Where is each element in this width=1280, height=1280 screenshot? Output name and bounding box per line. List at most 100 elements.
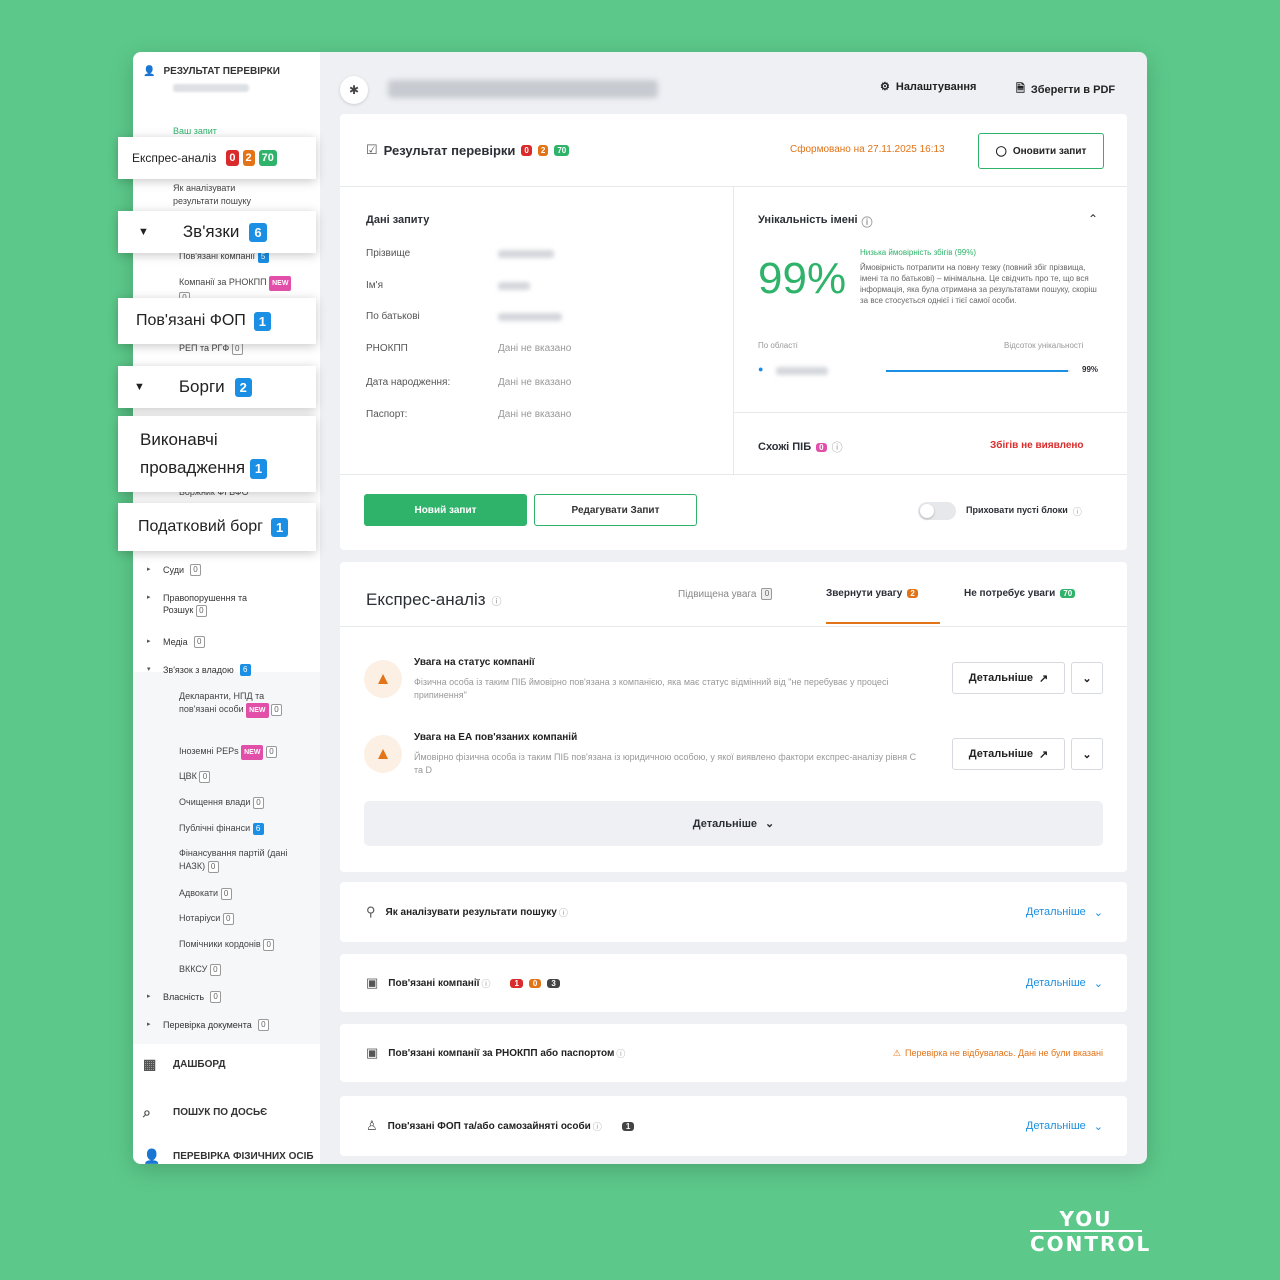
- dashboard-icon: ▦: [143, 1056, 157, 1072]
- new-badge: NEW: [246, 703, 269, 718]
- passport-value: Дані не вказано: [498, 409, 572, 420]
- avatar[interactable]: ✱: [340, 76, 368, 104]
- your-request-link[interactable]: Ваш запит: [173, 126, 217, 136]
- sidebar-item-cvk[interactable]: ЦВК 0: [179, 770, 299, 783]
- sidebar-item-vkksu[interactable]: ВККСУ 0: [179, 963, 299, 976]
- how-to-analyze-link[interactable]: Як аналізувати результати пошуку: [173, 182, 283, 208]
- nav-persons[interactable]: 👤 ПЕРЕВІРКА ФІЗИЧНИХ ОСІБ: [143, 1148, 314, 1164]
- save-pdf-button[interactable]: 🗎 Зберегти в PDF: [1016, 80, 1115, 99]
- nav-dashboard[interactable]: ▦ ДАШБОРД: [143, 1056, 226, 1072]
- section-related-companies-rnokpp[interactable]: ▣ Пов'язані компанії за РНОКПП або паспо…: [340, 1024, 1127, 1082]
- uniqueness-percent: 99%: [758, 254, 847, 303]
- info-icon[interactable]: ⓘ: [616, 1047, 625, 1060]
- sidebar-item-label-wrap: Правопорушення та Розшук 0: [163, 592, 273, 617]
- details-button[interactable]: Детальніше ↗: [952, 662, 1065, 694]
- express-item-desc: Фізична особа із таким ПІБ ймовірно пов'…: [414, 677, 889, 700]
- section-how-to-analyze[interactable]: ⚲ Як аналізувати результати пошуку ⓘ Дета…: [340, 882, 1127, 942]
- hide-empty-toggle[interactable]: [918, 502, 956, 520]
- chevron-right-icon: ▸: [147, 594, 151, 601]
- birth-value: Дані не вказано: [498, 377, 572, 388]
- section-related-fop[interactable]: ♙ Пов'язані ФОП та/або самозайняті особи…: [340, 1096, 1127, 1156]
- count-badge: 0: [189, 564, 201, 576]
- popup-fop[interactable]: Пов'язані ФОП 1: [118, 298, 316, 344]
- sidebar-item-media[interactable]: ▸ Медіа 0: [147, 636, 205, 648]
- expand-button[interactable]: ⌄: [1071, 738, 1103, 770]
- count-badge: 1: [253, 311, 272, 331]
- details-button[interactable]: Детальніше ↗: [952, 738, 1065, 770]
- info-icon[interactable]: ⓘ: [593, 1120, 602, 1133]
- info-icon[interactable]: ⓘ: [1073, 505, 1082, 518]
- count-badge: 0: [263, 939, 275, 951]
- logo-top: YOU: [1030, 1208, 1142, 1232]
- nav-dossier[interactable]: ⌕ ПОШУК ПО ДОСЬЄ: [143, 1104, 267, 1120]
- count-badge: 0: [193, 636, 205, 648]
- badge-green: 70: [554, 144, 570, 156]
- popup-express-analysis[interactable]: Експрес-аналіз 0 2 70: [118, 137, 316, 179]
- tab-no-attention[interactable]: Не потребує уваги 70: [964, 588, 1076, 599]
- popup-label: Пов'язані ФОП: [136, 312, 246, 329]
- count-badge: 0: [220, 888, 232, 900]
- express-item-title: Увага на ЕА пов'язаних компаній: [414, 732, 578, 743]
- expand-button[interactable]: ⌄: [1071, 662, 1103, 694]
- passport-label: Паспорт:: [366, 409, 408, 420]
- section-related-companies[interactable]: ▣ Пов'язані компанії ⓘ 1 0 3 Детальніше ⌄: [340, 954, 1127, 1012]
- refresh-request-button[interactable]: ◯ Оновити запит: [978, 133, 1104, 169]
- popup-tax-debt[interactable]: Податковий борг 1: [118, 503, 316, 551]
- info-icon[interactable]: ⓘ: [559, 906, 568, 919]
- sidebar-item-law[interactable]: ▸ Правопорушення та Розшук 0: [147, 592, 273, 617]
- sidebar-item-lawyers[interactable]: Адвокати 0: [179, 887, 299, 900]
- new-request-button[interactable]: Новий запит: [364, 494, 527, 526]
- tab-attention[interactable]: Звернути увагу 2: [826, 588, 918, 599]
- tab-high-attention[interactable]: Підвищена увага 0: [678, 588, 773, 600]
- sidebar-item-label: Очищення влади: [179, 797, 251, 807]
- popup-enforcement[interactable]: Виконавчі провадження 1: [118, 416, 316, 492]
- sidebar-item-border[interactable]: Помічники кордонів 0: [179, 938, 299, 951]
- sidebar-item-doc-check[interactable]: ▸ Перевірка документа 0: [147, 1019, 269, 1031]
- bullet-icon: ●: [758, 364, 764, 374]
- sidebar-header[interactable]: 👤 РЕЗУЛЬТАТ ПЕРЕВІРКИ: [143, 66, 280, 77]
- info-icon[interactable]: ⓘ: [481, 977, 490, 990]
- sidebar-item-lustration[interactable]: Очищення влади 0: [179, 796, 299, 809]
- section-details[interactable]: Детальніше ⌄: [1026, 906, 1103, 919]
- user-icon: ♙: [366, 1118, 378, 1133]
- uniqueness-pct-label: Відсоток унікальності: [1004, 341, 1084, 350]
- similar-names-label: Схожі ПІБ: [758, 441, 812, 453]
- chevron-right-icon: ▸: [147, 638, 151, 645]
- sidebar-item-courts[interactable]: ▸ Суди 0: [147, 564, 201, 576]
- section-details[interactable]: Детальніше ⌄: [1026, 977, 1103, 990]
- count-badge: 6: [239, 664, 251, 676]
- settings-button[interactable]: ⚙ Налаштування: [880, 80, 976, 94]
- count-badge: 1: [249, 459, 268, 479]
- sidebar-item-notaries[interactable]: Нотаріуси 0: [179, 912, 299, 925]
- sidebar-item-label: Іноземні PEPs: [179, 746, 239, 756]
- chevron-up-icon[interactable]: ⌃: [1088, 212, 1098, 226]
- chevron-down-icon: ⌄: [1082, 748, 1092, 761]
- sidebar-item-property[interactable]: ▸ Власність 0: [147, 991, 222, 1003]
- sidebar-item-power[interactable]: ▾ Зв'язок з владою 6: [147, 664, 251, 676]
- section-warning: ⚠ Перевірка не відбувалась. Дані не були …: [893, 1048, 1103, 1059]
- sidebar-item-public-finance[interactable]: Публічні фінанси 6: [179, 822, 299, 835]
- popup-links[interactable]: ▼ Зв'язки 6: [118, 211, 316, 253]
- sidebar-item-label: Нотаріуси: [179, 913, 221, 923]
- sidebar-item-party-finance[interactable]: Фінансування партій (дані НАЗК) 0: [179, 847, 299, 873]
- popup-label-line1: Виконавчі: [140, 430, 218, 449]
- section-action-label: Детальніше: [1025, 977, 1086, 989]
- info-icon[interactable]: ⓘ: [832, 439, 843, 455]
- youcontrol-logo: YOU CONTROL: [1030, 1208, 1151, 1256]
- popup-label: Зв'язки: [182, 222, 240, 241]
- by-region-label: По області: [758, 341, 798, 350]
- edit-request-button[interactable]: Редагувати Запит: [534, 494, 697, 526]
- document-icon: 🗎: [1016, 83, 1025, 95]
- chevron-down-icon: ▾: [147, 666, 151, 673]
- more-details-button[interactable]: Детальніше ⌄: [364, 801, 1103, 846]
- section-title: Як аналізувати результати пошуку: [385, 906, 557, 918]
- tab-label: Підвищена увага: [678, 588, 757, 600]
- info-icon[interactable]: ⓘ: [492, 593, 502, 608]
- sidebar-item-foreign-peps[interactable]: Іноземні PEPs NEW 0: [179, 745, 299, 760]
- popup-debts[interactable]: ▼ Борги 2: [118, 366, 316, 408]
- sidebar-item-declarants[interactable]: Декларанти, НПД та пов'язані особи NEW 0: [179, 690, 299, 718]
- tab-label: Не потребує уваги: [964, 588, 1056, 599]
- section-details[interactable]: Детальніше ⌄: [1026, 1120, 1103, 1133]
- express-title: Експрес-аналіз ⓘ: [366, 590, 502, 610]
- info-icon[interactable]: ⓘ: [862, 214, 873, 230]
